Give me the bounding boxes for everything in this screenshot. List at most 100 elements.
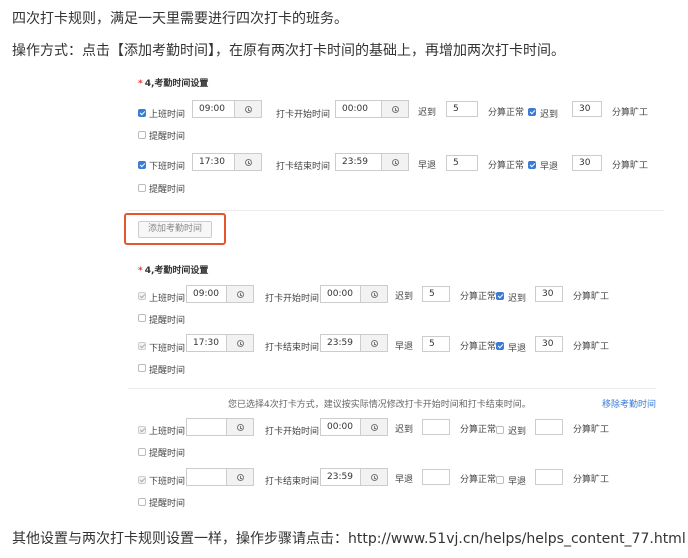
- work-end-checkbox[interactable]: [138, 161, 146, 169]
- work-start-time-field[interactable]: 09:00: [192, 100, 262, 118]
- new-work-start-time-field[interactable]: [186, 418, 254, 436]
- absent-minutes-input[interactable]: 30: [535, 286, 563, 302]
- early-absent-label: 早退: [508, 477, 527, 487]
- work-start-checkbox[interactable]: [138, 426, 146, 434]
- reminder-checkbox[interactable]: [138, 314, 146, 322]
- late-label: 迟到: [395, 292, 414, 302]
- section-2-title: * 4,考勤时间设置: [138, 263, 208, 276]
- late-minutes-input[interactable]: 5: [446, 101, 478, 117]
- required-star: *: [138, 266, 143, 276]
- punch-end-time-field[interactable]: 23:59: [320, 468, 388, 486]
- intro-line-2: 操作方式：点击【添加考勤时间】，在原有两次打卡时间的基础上，再增加两次打卡时间。: [12, 43, 565, 59]
- attendance-settings-screenshot: * 4,考勤时间设置 上班时间 09:00 打卡开始时间 00:00 迟到 5 分…: [124, 72, 664, 512]
- normal-label: 分算正常: [488, 108, 525, 118]
- clock-icon[interactable]: [234, 101, 261, 117]
- early-absent-label: 早退: [540, 162, 559, 172]
- early-minutes-input[interactable]: [422, 469, 450, 485]
- clock-icon[interactable]: [381, 101, 408, 117]
- punch-start-time-field[interactable]: 00:00: [335, 100, 409, 118]
- section-2-title-text: 4,考勤时间设置: [144, 266, 209, 276]
- absent-minutes-input[interactable]: 30: [572, 101, 602, 117]
- early-absent-checkbox[interactable]: [528, 161, 536, 169]
- work-start-time-field[interactable]: 09:00: [186, 285, 254, 303]
- clock-icon[interactable]: [360, 419, 387, 435]
- punch-end-label: 打卡结束时间: [265, 477, 320, 487]
- punch-end-time-field[interactable]: 23:59: [335, 153, 409, 171]
- clock-icon[interactable]: [226, 286, 253, 302]
- absent-minutes-input[interactable]: 30: [572, 155, 602, 171]
- late-absent-checkbox[interactable]: [496, 292, 504, 300]
- reminder-label: 提醒时间: [149, 499, 186, 509]
- clock-icon[interactable]: [360, 335, 387, 351]
- intro-line-1: 四次打卡规则，满足一天里需要进行四次打卡的班务。: [12, 11, 348, 27]
- reminder-label: 提醒时间: [149, 316, 186, 326]
- remove-attendance-time-link[interactable]: 移除考勤时间: [602, 397, 656, 410]
- early-minutes-input[interactable]: 5: [422, 336, 450, 352]
- punch-start-time-field[interactable]: 00:00: [320, 285, 388, 303]
- absent-minutes-input[interactable]: 30: [535, 336, 563, 352]
- work-start-checkbox[interactable]: [138, 109, 146, 117]
- clock-icon[interactable]: [360, 286, 387, 302]
- punch-start-label: 打卡开始时间: [265, 427, 320, 437]
- early-absent-checkbox[interactable]: [496, 342, 504, 350]
- late-minutes-input[interactable]: 5: [422, 286, 450, 302]
- late-minutes-input[interactable]: [422, 419, 450, 435]
- divider: [128, 388, 656, 389]
- early-absent-checkbox[interactable]: [496, 476, 504, 484]
- clock-icon[interactable]: [360, 469, 387, 485]
- section-1-title-text: 4,考勤时间设置: [144, 79, 209, 89]
- late-absent-label: 迟到: [508, 427, 527, 437]
- normal-label: 分算正常: [460, 425, 497, 435]
- punch-end-label: 打卡结束时间: [276, 162, 331, 172]
- early-minutes-input[interactable]: 5: [446, 155, 478, 171]
- four-punch-notice: 您已选择4次打卡方式，建议按实际情况修改打卡开始时间和打卡结束时间。: [228, 400, 531, 410]
- reminder-checkbox[interactable]: [138, 364, 146, 372]
- clock-icon[interactable]: [381, 154, 408, 170]
- clock-icon[interactable]: [226, 335, 253, 351]
- punch-start-label: 打卡开始时间: [265, 294, 320, 304]
- early-label: 早退: [395, 475, 414, 485]
- work-end-checkbox[interactable]: [138, 476, 146, 484]
- reminder-checkbox[interactable]: [138, 131, 146, 139]
- work-end-label: 下班时间: [149, 477, 186, 487]
- work-start-label: 上班时间: [149, 294, 186, 304]
- late-label: 迟到: [418, 108, 437, 118]
- early-label: 早退: [395, 342, 414, 352]
- reminder-label: 提醒时间: [149, 449, 186, 459]
- absent-minutes-input[interactable]: [535, 419, 563, 435]
- reminder-checkbox[interactable]: [138, 498, 146, 506]
- absent-label: 分算旷工: [612, 108, 649, 118]
- reminder-label: 提醒时间: [149, 132, 186, 142]
- new-work-end-time-value: [187, 469, 226, 485]
- late-absent-label: 迟到: [540, 110, 559, 120]
- work-end-time-field[interactable]: 17:30: [192, 153, 262, 171]
- punch-start-time-field[interactable]: 00:00: [320, 418, 388, 436]
- work-end-checkbox[interactable]: [138, 342, 146, 350]
- normal-label: 分算正常: [460, 292, 497, 302]
- normal-label: 分算正常: [460, 475, 497, 485]
- clock-icon[interactable]: [226, 469, 253, 485]
- late-absent-checkbox[interactable]: [496, 426, 504, 434]
- work-end-label: 下班时间: [149, 162, 186, 172]
- punch-start-time-value: 00:00: [327, 422, 353, 432]
- new-work-start-time-value: [187, 419, 226, 435]
- late-absent-checkbox[interactable]: [528, 108, 536, 116]
- reminder-checkbox[interactable]: [138, 448, 146, 456]
- punch-start-label: 打卡开始时间: [276, 110, 331, 120]
- absent-label: 分算旷工: [573, 475, 610, 485]
- reminder-checkbox[interactable]: [138, 184, 146, 192]
- work-end-time-field[interactable]: 17:30: [186, 334, 254, 352]
- early-label: 早退: [418, 161, 437, 171]
- clock-icon[interactable]: [226, 419, 253, 435]
- add-attendance-time-button[interactable]: 添加考勤时间: [138, 221, 212, 238]
- clock-icon[interactable]: [234, 154, 261, 170]
- punch-end-time-field[interactable]: 23:59: [320, 334, 388, 352]
- early-absent-label: 早退: [508, 344, 527, 354]
- punch-start-time-value: 00:00: [327, 289, 353, 299]
- divider: [128, 210, 664, 211]
- absent-minutes-input[interactable]: [535, 469, 563, 485]
- work-start-checkbox[interactable]: [138, 292, 146, 300]
- work-start-time-value: 09:00: [193, 289, 219, 299]
- new-work-end-time-field[interactable]: [186, 468, 254, 486]
- work-end-label: 下班时间: [149, 344, 186, 354]
